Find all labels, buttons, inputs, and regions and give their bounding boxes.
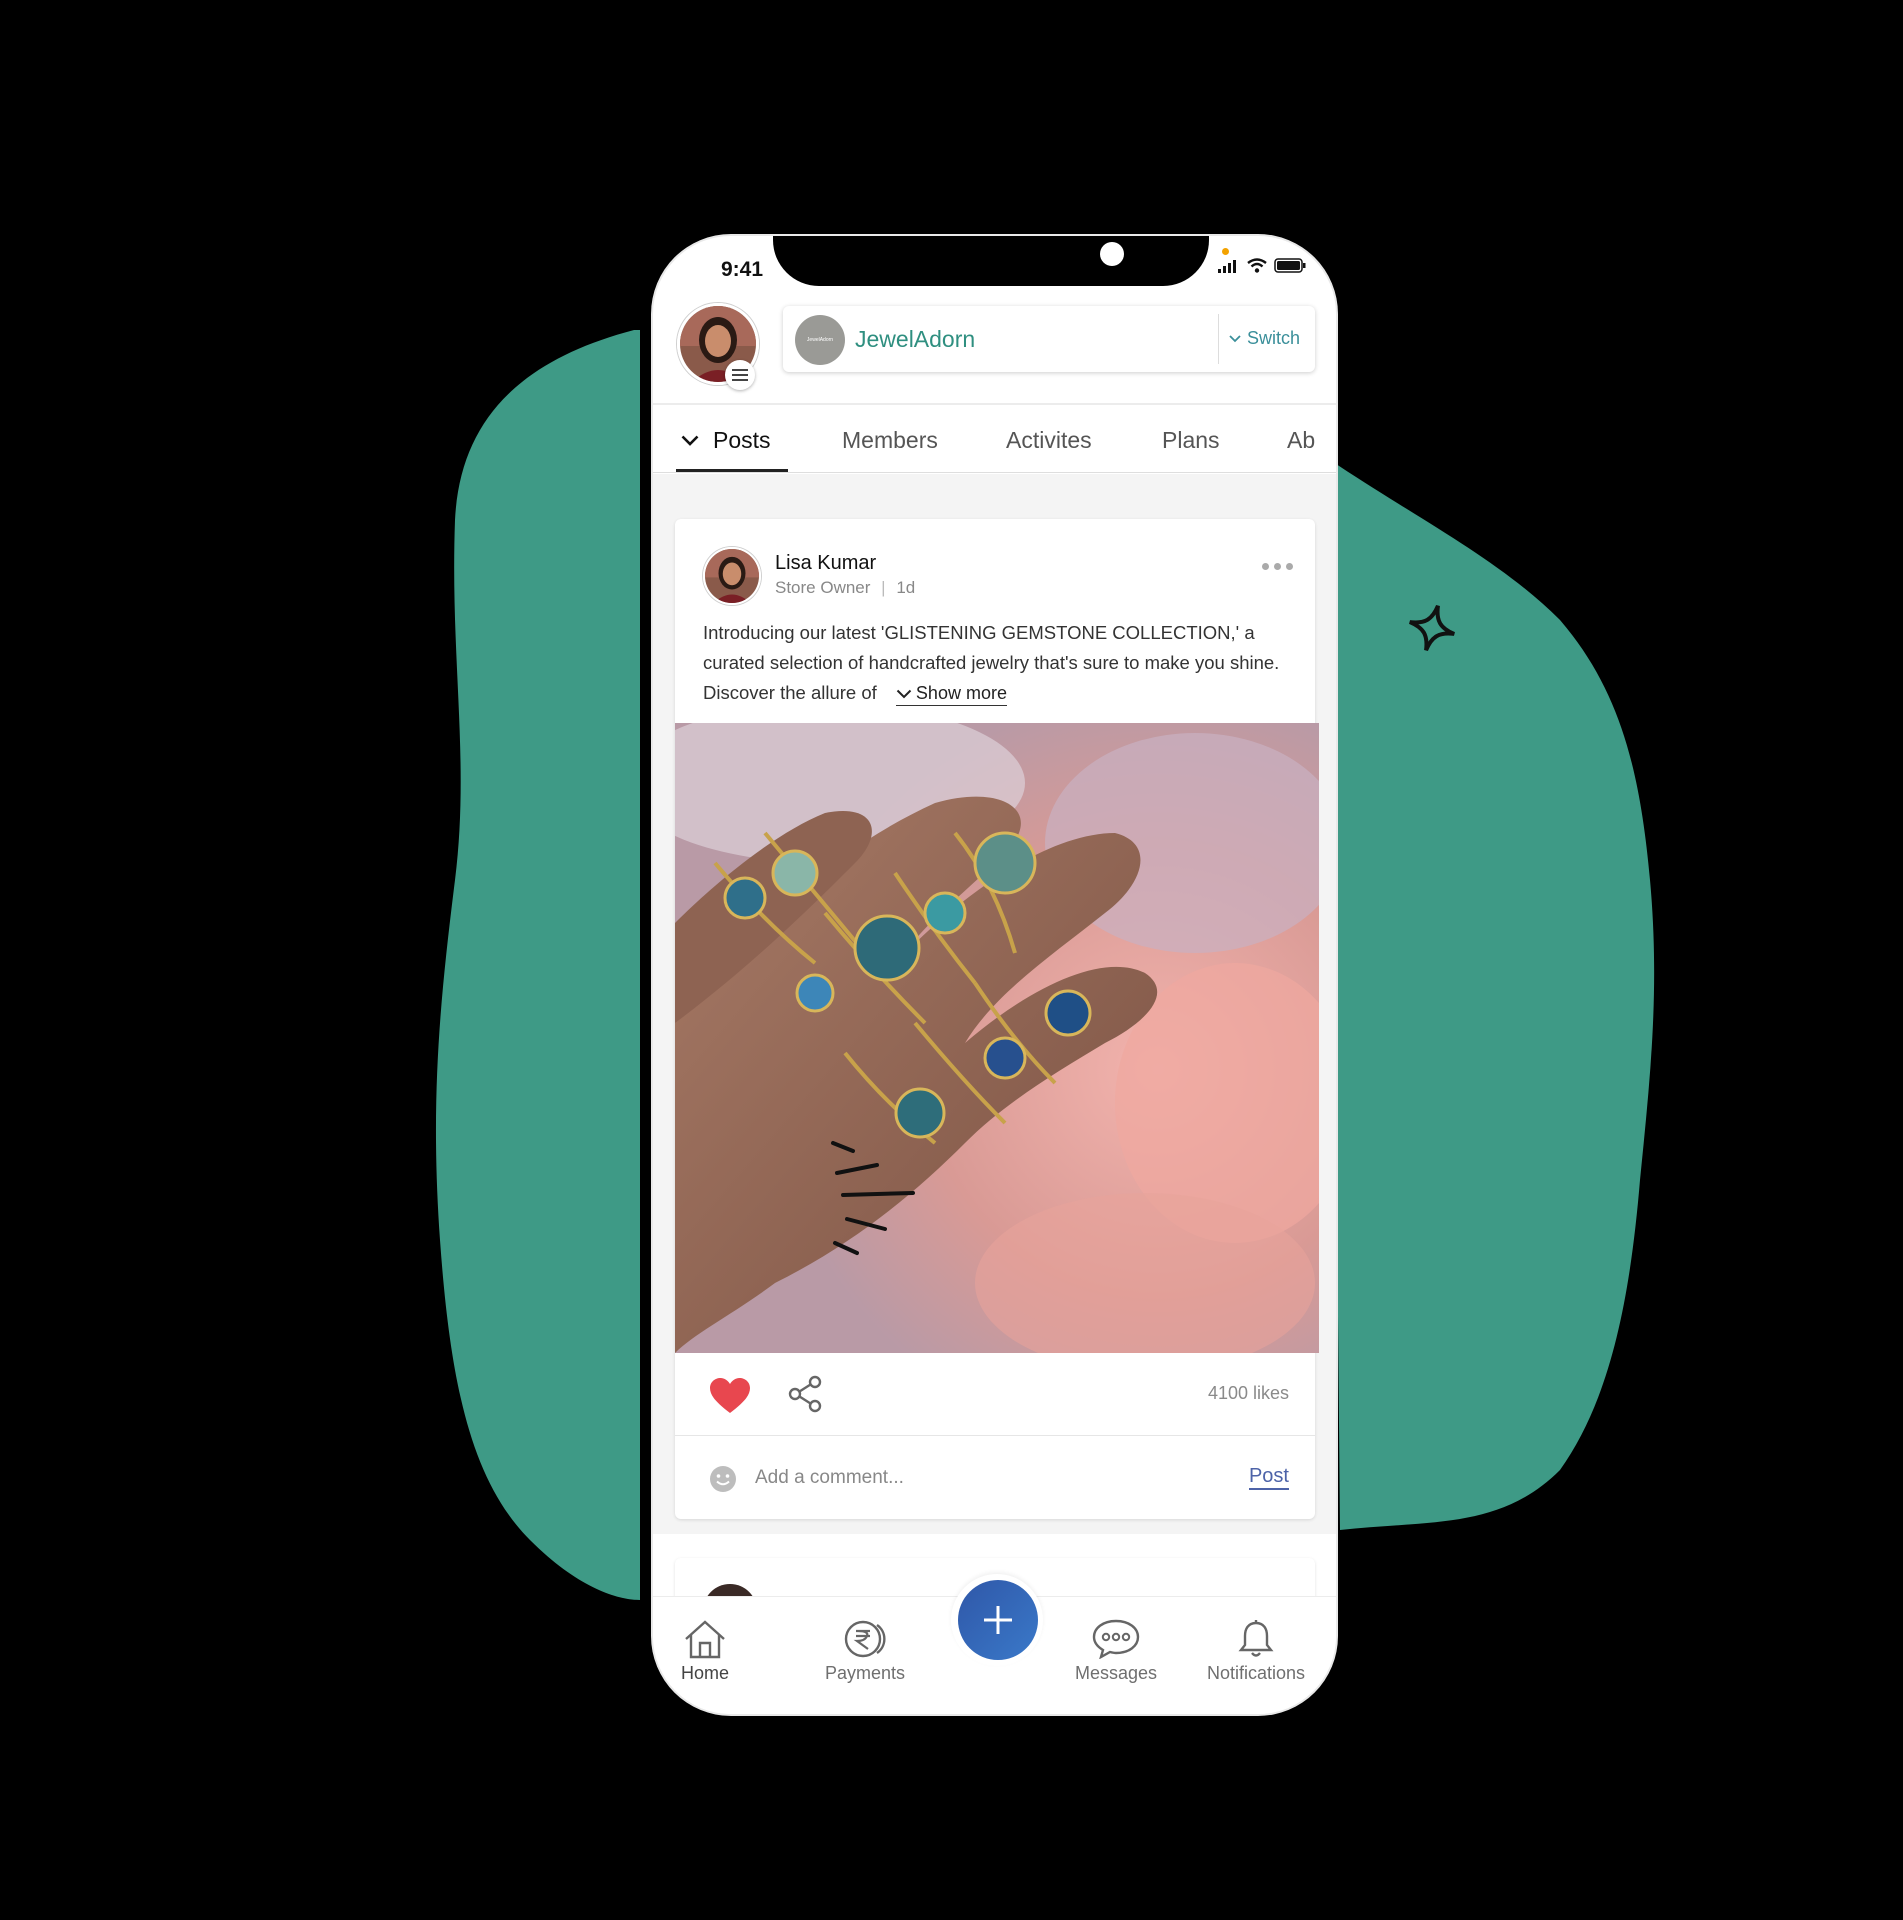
nav-label: Payments: [825, 1663, 906, 1683]
post-comment-button[interactable]: Post: [1248, 1465, 1289, 1490]
post-body: Introducing our latest 'GLISTENING GEMST…: [703, 618, 1293, 708]
tab-activities[interactable]: Activites: [1006, 427, 1092, 454]
tab-posts[interactable]: Posts: [681, 427, 771, 454]
menu-button[interactable]: [725, 360, 755, 390]
org-logo: JewelAdorn: [795, 315, 845, 365]
home-icon: [685, 1620, 725, 1659]
tab-about[interactable]: Ab: [1287, 427, 1315, 454]
post-card: Lisa Kumar Store Owner | 1d Introducing …: [675, 519, 1319, 1519]
author-avatar[interactable]: [703, 547, 761, 605]
nav-label: Notifications: [1207, 1663, 1306, 1683]
bell-icon: [1238, 1620, 1274, 1657]
nav-label: Home: [681, 1663, 730, 1683]
heart-icon[interactable]: [709, 1377, 751, 1415]
status-time: 9:41: [721, 258, 764, 281]
show-more-label: Show more: [915, 683, 1007, 703]
more-options-icon[interactable]: [1262, 563, 1293, 570]
author-meta: Store Owner | 1d: [775, 578, 915, 598]
author-name[interactable]: Lisa Kumar: [775, 552, 876, 575]
battery-icon: [1274, 258, 1306, 273]
stage: 9:41 JewelAdorn JewelAdorn Switch Posts …: [0, 0, 1903, 1920]
chevron-down-icon: [681, 435, 699, 446]
meta-separator: |: [881, 578, 886, 597]
post-image[interactable]: [675, 723, 1319, 1353]
rings-photo: [675, 723, 1319, 1353]
nav-messages[interactable]: Messages: [1075, 1619, 1157, 1684]
nav-payments[interactable]: Payments: [825, 1619, 905, 1684]
nav-label: Messages: [1075, 1663, 1158, 1683]
hamburger-icon: [732, 369, 748, 381]
phone-frame: 9:41 JewelAdorn JewelAdorn Switch Posts …: [653, 236, 1336, 1714]
show-more-link[interactable]: Show more: [895, 683, 1007, 706]
nav-notifications[interactable]: Notifications: [1207, 1619, 1305, 1684]
org-name: JewelAdorn: [855, 326, 976, 352]
tab-members[interactable]: Members: [842, 427, 938, 454]
tab-bar: Posts Members Activites Plans Ab: [653, 405, 1336, 473]
author-avatar-photo: [705, 549, 759, 603]
likes-count: 4100 likes: [1207, 1383, 1289, 1403]
share-icon[interactable]: [787, 1375, 823, 1413]
phone-notch: [773, 236, 1209, 286]
plus-icon: [984, 1606, 1012, 1634]
post-actions: 4100 likes: [675, 1353, 1315, 1436]
switch-button[interactable]: Switch: [1229, 328, 1300, 349]
status-icons: [1218, 258, 1306, 273]
rupee-coin-icon: [844, 1620, 886, 1658]
tab-label: Posts: [713, 427, 771, 453]
chat-bubble-icon: [1092, 1619, 1140, 1659]
create-post-button[interactable]: [958, 1580, 1038, 1660]
chevron-down-icon: [1229, 334, 1241, 342]
signal-icon: [1218, 259, 1236, 273]
tabs-divider: [653, 472, 1336, 473]
camera-dot: [1100, 242, 1124, 266]
organization-selector[interactable]: JewelAdorn JewelAdorn Switch: [783, 306, 1315, 372]
comment-row: Post: [675, 1435, 1315, 1519]
post-age: 1d: [896, 578, 916, 597]
privacy-indicator-dot: [1222, 248, 1229, 255]
switch-label: Switch: [1247, 328, 1301, 348]
comment-input[interactable]: [753, 1457, 1207, 1499]
nav-home[interactable]: Home: [681, 1619, 729, 1684]
divider: [1218, 314, 1219, 364]
wifi-icon: [1247, 258, 1267, 273]
emoji-icon[interactable]: [709, 1465, 737, 1493]
author-role: Store Owner: [775, 578, 871, 597]
chevron-down-icon: [896, 689, 912, 699]
org-logo-text: JewelAdorn: [806, 337, 834, 343]
tab-plans[interactable]: Plans: [1162, 427, 1220, 454]
